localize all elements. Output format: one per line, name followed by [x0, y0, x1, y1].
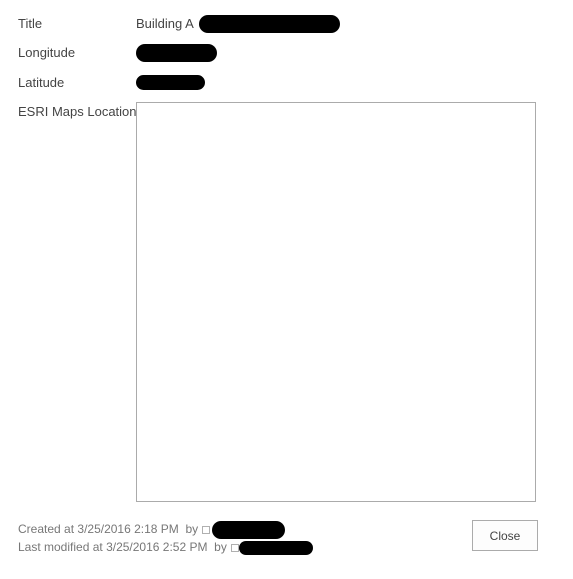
longitude-label: Longitude	[18, 45, 76, 60]
modified-time: 3/25/2016 2:52 PM	[106, 540, 208, 554]
esri-map-frame[interactable]	[136, 102, 536, 502]
title-value: Building A	[136, 16, 194, 31]
redaction-mark	[212, 521, 285, 539]
redaction-mark	[199, 15, 340, 33]
modified-info: Last modified at 3/25/2016 2:52 PM by	[18, 540, 239, 554]
created-time: 3/25/2016 2:18 PM	[77, 522, 179, 536]
latitude-label: Latitude	[18, 75, 65, 90]
user-presence-icon	[230, 544, 239, 552]
map-label: ESRI Maps Location	[18, 104, 137, 119]
close-button[interactable]: Close	[472, 520, 538, 551]
user-presence-icon	[202, 526, 211, 534]
modified-prefix: Last modified at	[18, 540, 103, 554]
created-prefix: Created at	[18, 522, 75, 536]
created-by-label: by	[185, 522, 199, 536]
created-info: Created at 3/25/2016 2:18 PM by	[18, 522, 211, 536]
title-label: Title	[18, 16, 43, 31]
redaction-mark	[136, 75, 205, 90]
modified-by-label: by	[214, 540, 227, 554]
redaction-mark	[239, 541, 313, 555]
redaction-mark	[136, 44, 217, 62]
